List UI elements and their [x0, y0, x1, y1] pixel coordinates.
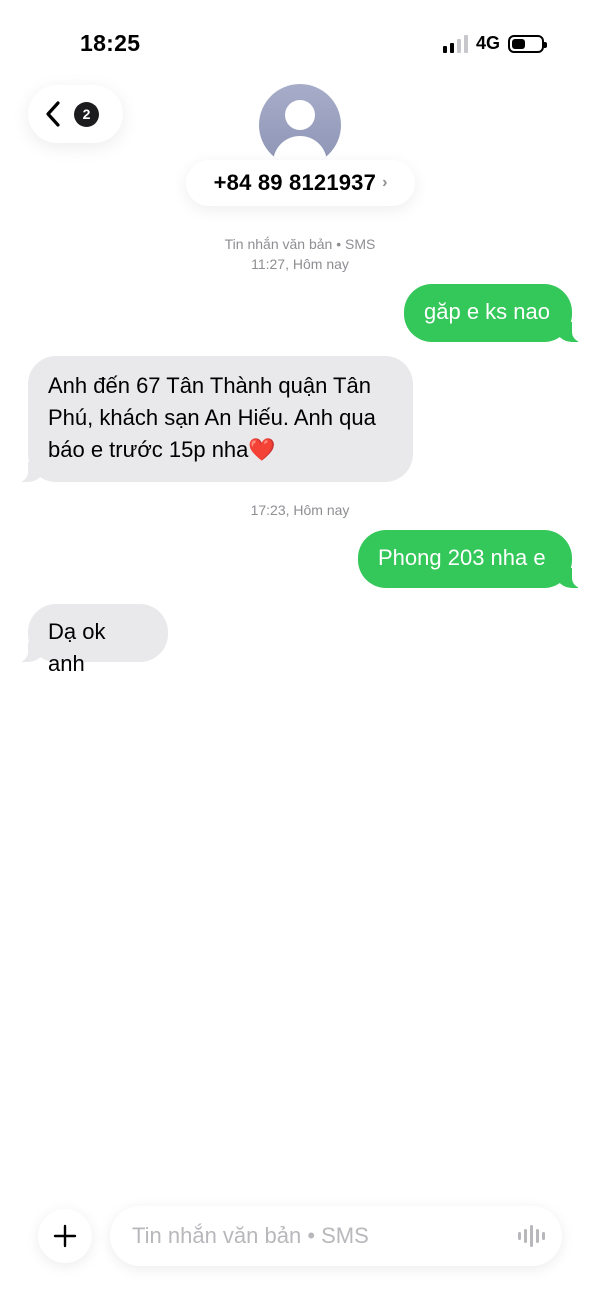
message-text: Anh đến 67 Tân Thành quận Tân Phú, khách… — [48, 373, 376, 462]
message-input[interactable] — [132, 1223, 518, 1249]
network-type: 4G — [475, 33, 500, 53]
add-attachment-button[interactable] — [38, 1209, 92, 1263]
back-button[interactable]: 2 — [28, 85, 123, 143]
incoming-message-bubble[interactable]: Dạ ok anh — [12, 604, 168, 676]
status-time: 18:25 — [80, 30, 141, 56]
status-indicators: 4G — [442, 33, 547, 54]
battery-icon — [508, 34, 547, 53]
contact-name: +84 89 8121937 — [213, 170, 377, 195]
service-label: Tin nhắn văn bản • SMS — [224, 236, 376, 252]
chevron-left-icon — [46, 101, 60, 127]
battery-level — [512, 38, 525, 49]
outgoing-message-bubble[interactable]: găp e ks nao — [404, 284, 588, 342]
timestamp-label: 11:27, Hôm nay — [251, 256, 349, 272]
unread-count-badge: 2 — [74, 101, 99, 127]
person-icon-head — [285, 100, 315, 130]
outgoing-message-bubble[interactable]: Phong 203 nha e — [358, 530, 588, 588]
message-text: găp e ks nao — [424, 299, 550, 324]
message-text: Dạ ok anh — [48, 619, 106, 676]
plus-icon — [53, 1224, 77, 1248]
timestamp-label: 17:23, Hôm nay — [250, 502, 350, 518]
message-compose-field[interactable] — [110, 1206, 562, 1266]
waveform-icon[interactable] — [518, 1224, 546, 1248]
incoming-message-bubble[interactable]: Anh đến 67 Tân Thành quận Tân Phú, khách… — [12, 356, 413, 482]
contact-details-button[interactable]: +84 89 8121937 › — [186, 160, 415, 206]
cellular-signal-icon — [442, 34, 468, 53]
contact-avatar[interactable] — [259, 84, 341, 166]
chevron-right-icon: › — [382, 174, 388, 191]
message-text: Phong 203 nha e — [378, 545, 546, 570]
